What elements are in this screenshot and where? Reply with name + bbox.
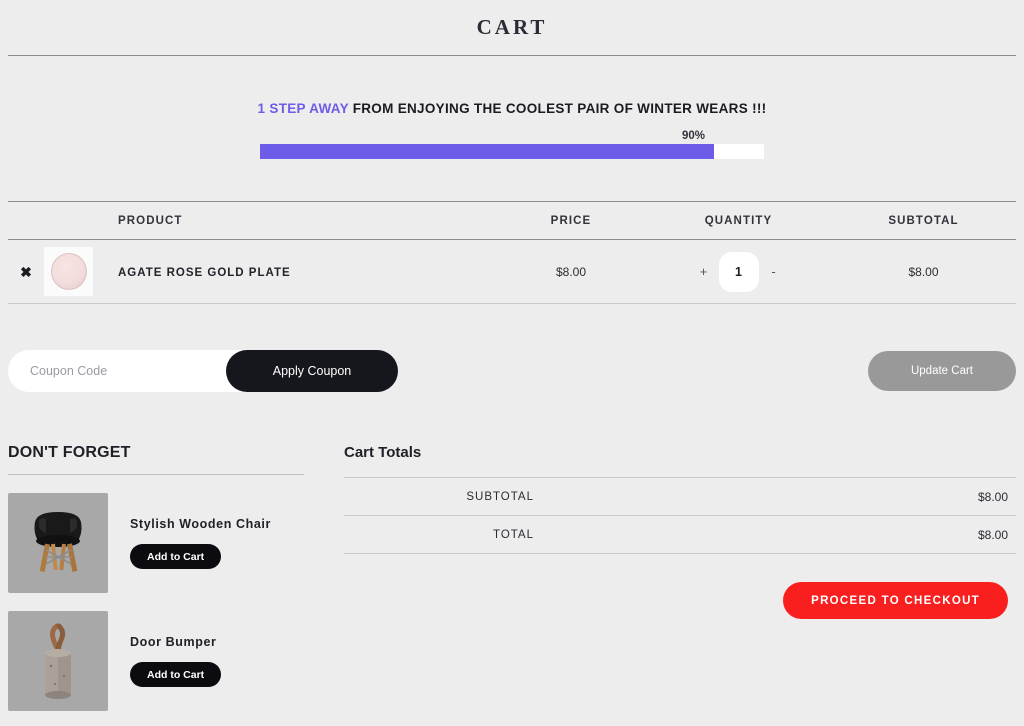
- remove-item-cell: ✖: [8, 265, 44, 279]
- quantity-increase-button[interactable]: +: [693, 264, 715, 279]
- door-bumper-product-image[interactable]: [8, 611, 108, 711]
- progress-fill: [260, 144, 714, 159]
- header-price: PRICE: [550, 214, 592, 227]
- dont-forget-heading: DON'T FORGET: [8, 444, 131, 461]
- product-name-link[interactable]: AGATE ROSE GOLD PLATE: [118, 267, 291, 279]
- checkout-button-wrap: PROCEED TO CHECKOUT: [344, 582, 1016, 619]
- progress-percent-label: 90%: [681, 130, 705, 142]
- progress-bar-wrap: 90%: [260, 130, 764, 159]
- chair-info: Stylish Wooden Chair Add to Cart: [108, 517, 271, 569]
- proceed-to-checkout-button[interactable]: PROCEED TO CHECKOUT: [783, 582, 1008, 619]
- add-to-cart-button[interactable]: Add to Cart: [130, 662, 222, 687]
- chair-product-image[interactable]: [8, 493, 108, 593]
- product-name-cell: AGATE ROSE GOLD PLATE: [100, 263, 496, 281]
- cart-totals-section: Cart Totals SUBTOTAL $8.00 TOTAL $8.00 P…: [320, 444, 1016, 711]
- totals-row-subtotal: SUBTOTAL $8.00: [344, 478, 1016, 515]
- page-title: CART: [476, 15, 548, 39]
- table-row-divider: [8, 303, 1016, 304]
- header-subtotal: SUBTOTAL: [888, 214, 959, 227]
- product-thumbnail[interactable]: [44, 247, 93, 296]
- bumper-info: Door Bumper Add to Cart: [108, 635, 222, 687]
- quantity-input[interactable]: 1: [718, 251, 759, 292]
- progress-track: [260, 144, 764, 159]
- progress-message-highlight: 1 STEP AWAY: [257, 101, 349, 116]
- progress-message-rest: FROM ENJOYING THE COOLEST PAIR OF WINTER…: [348, 101, 767, 116]
- free-shipping-progress-section: 1 STEP AWAY FROM ENJOYING THE COOLEST PA…: [0, 56, 1024, 159]
- list-item: Stylish Wooden Chair Add to Cart: [8, 493, 320, 593]
- list-item: Door Bumper Add to Cart: [8, 611, 320, 711]
- header-product: PRODUCT: [118, 214, 183, 227]
- product-thumbnail-cell: [44, 247, 100, 296]
- product-price: $8.00: [555, 264, 587, 279]
- cart-totals-heading: Cart Totals: [344, 444, 422, 461]
- concrete-door-bumper-icon: [45, 623, 71, 699]
- dont-forget-section: DON'T FORGET Stylish Wooden Chair Add to…: [8, 444, 320, 711]
- update-cart-button[interactable]: Update Cart: [868, 351, 1016, 391]
- quantity-decrease-button[interactable]: -: [763, 264, 785, 279]
- page-header: CART: [0, 0, 1024, 55]
- dont-forget-divider: [8, 474, 304, 475]
- total-label: TOTAL: [493, 528, 534, 541]
- totals-bottom-divider: [344, 553, 1016, 554]
- cart-actions-row: Apply Coupon Update Cart: [0, 350, 1024, 392]
- coupon-group: Apply Coupon: [8, 350, 398, 392]
- product-title[interactable]: Stylish Wooden Chair: [130, 517, 271, 531]
- black-eames-chair-icon: [34, 512, 82, 573]
- totals-row-total: TOTAL $8.00: [344, 516, 1016, 553]
- total-value: $8.00: [977, 527, 1008, 542]
- product-subtotal-cell: $8.00: [831, 263, 1016, 281]
- apply-coupon-button[interactable]: Apply Coupon: [226, 350, 398, 392]
- rose-gold-plate-icon: [50, 253, 87, 290]
- cart-table-header-row: PRODUCT PRICE QUANTITY SUBTOTAL: [8, 202, 1016, 239]
- cart-table: PRODUCT PRICE QUANTITY SUBTOTAL ✖ AGATE …: [0, 201, 1024, 304]
- subtotal-value: $8.00: [977, 489, 1008, 504]
- subtotal-label: SUBTOTAL: [466, 490, 534, 503]
- product-price-cell: $8.00: [496, 263, 646, 281]
- add-to-cart-button[interactable]: Add to Cart: [130, 544, 222, 569]
- quantity-stepper: + 1 -: [646, 251, 831, 292]
- cart-lower-section: DON'T FORGET Stylish Wooden Chair Add to…: [0, 444, 1024, 711]
- product-subtotal: $8.00: [908, 264, 939, 279]
- product-title[interactable]: Door Bumper: [130, 635, 221, 649]
- table-row: ✖ AGATE ROSE GOLD PLATE $8.00 + 1 - $8.0…: [8, 240, 1016, 303]
- header-quantity: QUANTITY: [704, 214, 773, 227]
- progress-message: 1 STEP AWAY FROM ENJOYING THE COOLEST PA…: [0, 101, 1024, 116]
- close-x-icon[interactable]: ✖: [20, 265, 32, 279]
